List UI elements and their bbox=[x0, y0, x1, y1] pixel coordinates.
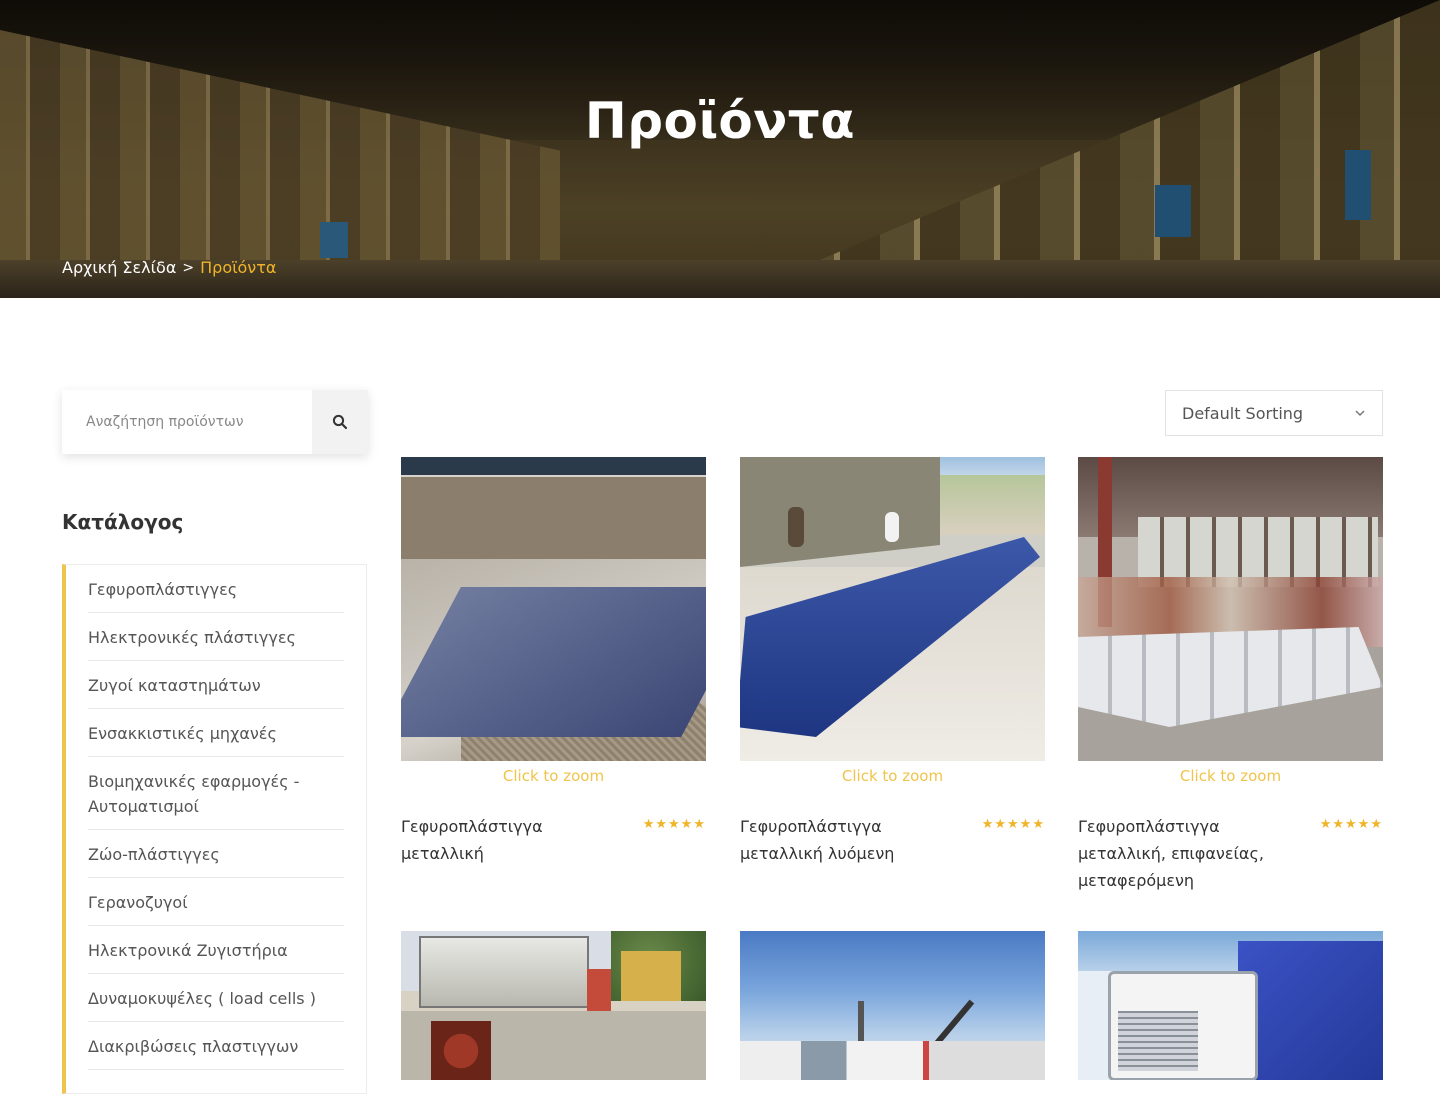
catalog-item[interactable]: Δυναμοκυψέλες ( load cells ) bbox=[88, 974, 344, 1022]
product-name-link[interactable]: Γεφυροπλάστιγγα μεταλλική, επιφανείας, μ… bbox=[1078, 813, 1293, 894]
catalog-item[interactable]: Διακριβώσεις πλαστιγγων bbox=[88, 1022, 344, 1070]
sort-selected-label: Default Sorting bbox=[1182, 403, 1304, 423]
catalog-item[interactable]: Γερανοζυγοί bbox=[88, 878, 344, 926]
product-image[interactable] bbox=[740, 931, 1045, 1080]
chevron-down-icon bbox=[1355, 410, 1365, 417]
product-card bbox=[1078, 931, 1383, 1080]
catalog-title: Κατάλογος bbox=[62, 510, 184, 534]
search-input[interactable] bbox=[62, 390, 312, 454]
breadcrumb-current: Προϊόντα bbox=[200, 258, 277, 277]
click-to-zoom-label[interactable]: Click to zoom bbox=[1078, 767, 1383, 785]
catalog-item[interactable]: Ηλεκτρονικές πλάστιγγες bbox=[88, 613, 344, 661]
star-rating: ★★★★★ bbox=[981, 817, 1045, 832]
catalog-list: Γεφυροπλάστιγγες Ηλεκτρονικές πλάστιγγες… bbox=[62, 564, 367, 1094]
breadcrumb-home-link[interactable]: Αρχική Σελίδα bbox=[62, 258, 176, 277]
breadcrumb: Αρχική Σελίδα > Προϊόντα bbox=[62, 258, 276, 277]
product-image[interactable] bbox=[1078, 931, 1383, 1080]
breadcrumb-separator: > bbox=[182, 259, 195, 276]
hero-banner: Προϊόντα Αρχική Σελίδα > Προϊόντα bbox=[0, 0, 1440, 298]
catalog-item[interactable]: Βιομηχανικές εφαρμογές - Αυτοματισμοί bbox=[88, 757, 344, 830]
product-card bbox=[740, 931, 1045, 1080]
product-image[interactable] bbox=[1078, 457, 1383, 761]
catalog-item[interactable]: Ηλεκτρονικά Ζυγιστήρια bbox=[88, 926, 344, 974]
catalog-item[interactable]: Ενσακκιστικές μηχανές bbox=[88, 709, 344, 757]
click-to-zoom-label[interactable]: Click to zoom bbox=[740, 767, 1045, 785]
product-card bbox=[401, 931, 706, 1080]
product-image[interactable] bbox=[401, 457, 706, 761]
product-card: Click to zoom Γεφυροπλάστιγγα μεταλλική,… bbox=[1078, 457, 1383, 894]
search-icon bbox=[332, 414, 348, 430]
click-to-zoom-label[interactable]: Click to zoom bbox=[401, 767, 706, 785]
product-name-link[interactable]: Γεφυροπλάστιγγα μεταλλική bbox=[401, 813, 616, 867]
star-rating: ★★★★★ bbox=[1319, 817, 1383, 832]
catalog-item[interactable]: Ζυγοί καταστημάτων bbox=[88, 661, 344, 709]
product-name-link[interactable]: Γεφυροπλάστιγγα μεταλλική λυόμενη bbox=[740, 813, 955, 867]
product-card: Click to zoom Γεφυροπλάστιγγα μεταλλική … bbox=[401, 457, 706, 867]
product-card: Click to zoom Γεφυροπλάστιγγα μεταλλική … bbox=[740, 457, 1045, 867]
search-button[interactable] bbox=[312, 390, 368, 454]
product-image[interactable] bbox=[740, 457, 1045, 761]
product-image[interactable] bbox=[401, 931, 706, 1080]
product-search bbox=[62, 390, 368, 454]
catalog-item[interactable]: Γεφυροπλάστιγγες bbox=[88, 565, 344, 613]
star-rating: ★★★★★ bbox=[642, 817, 706, 832]
page-title: Προϊόντα bbox=[584, 92, 856, 150]
sort-select[interactable]: Default Sorting bbox=[1165, 390, 1383, 436]
catalog-item[interactable]: Ζώο-πλάστιγγες bbox=[88, 830, 344, 878]
